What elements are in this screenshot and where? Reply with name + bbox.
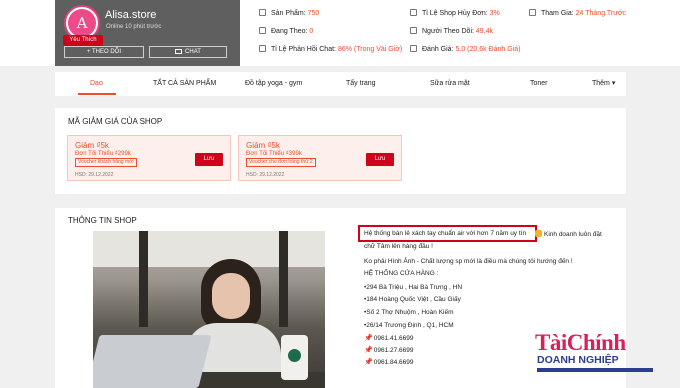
nav-tab-all-products[interactable]: TẤT CẢ SẢN PHẨM [153,72,216,96]
phone-number: 0961.84.6699 [373,359,414,366]
stat-value: 24 Tháng Trước [575,10,627,17]
shop-desc-line: Hệ thống bán lẻ xách tay chuẩn air với h… [364,230,527,237]
stat-value: 0 [309,28,314,35]
voucher-section-title: MÃ GIẢM GIÁ CỦA SHOP [68,117,163,126]
stat-joined: Tham Gia: 24 Tháng Trước [529,9,626,17]
shop-address: •184 Hoàng Quốc Việt , Cầu Giấy [364,296,461,303]
photo-window [93,231,325,267]
pin-icon: 📌 [364,359,373,366]
stat-label: Sản Phẩm: [271,10,306,17]
shop-name: Alisa.store [105,9,157,21]
stat-label: Tỉ Lệ Phản Hồi Chat: [271,46,336,53]
photo-person-face [212,273,250,319]
users-icon [410,27,417,34]
shop-desc-line: Kinh doanh luôn đặt [535,230,602,238]
watermark-line-1: TàiChính [535,330,626,355]
follow-button[interactable]: + THEO DÕI [64,46,144,58]
thumbs-up-icon [535,230,542,237]
stat-label: Tham Gia: [541,10,574,17]
photo-laptop [93,335,212,388]
stat-value: 86% (Trong Vài Giờ) [337,46,403,53]
watermark-logo: TàiChính DOANH NGHIỆP [533,330,661,388]
phone-number: 0961.27.6699 [373,347,414,354]
stat-label: Đánh Giá: [422,46,454,53]
shop-cover-photo [93,231,325,388]
favorite-badge: Yêu Thích [63,35,103,46]
pin-icon: 📌 [364,335,373,342]
shop-desc-line: HỆ THỐNG CỬA HÀNG : [364,270,439,277]
save-voucher-button[interactable]: Lưu [366,153,394,166]
shop-desc-text: Kinh doanh luôn đặt [544,231,602,238]
chat-button-label: CHAT [185,49,201,55]
shop-address: •26/14 Trương Định , Q1, HCM [364,322,454,329]
shop-address: •294 Bà Triệu , Hai Bà Trưng , HN [364,284,463,291]
shop-nav: Dạo TẤT CẢ SẢN PHẨM Đồ tập yoga - gym Tẩ… [55,72,626,96]
stat-label: Đang Theo: [271,28,308,35]
pin-icon: 📌 [364,347,373,354]
voucher-discount: Giảm ₫5k [75,141,109,150]
save-voucher-button[interactable]: Lưu [195,153,223,166]
shop-desc-line: Ko phải Hình Ảnh - Chất lượng sp mới là … [364,258,573,265]
avatar-logo: A [68,9,96,37]
chat-button[interactable]: CHAT [149,46,227,58]
stat-label: Người Theo Dõi: [422,28,474,35]
chat-bubble-icon [259,45,266,52]
nav-tab-yoga-gym[interactable]: Đồ tập yoga - gym [245,72,302,96]
voucher-min-order: Đơn Tối Thiểu ₫399k [246,151,302,157]
phone-number: 0961.41.6699 [373,335,414,342]
store-icon [259,9,266,16]
shop-header: A Yêu Thích Alisa.store Online 10 phút t… [0,0,680,66]
nav-tab-cleanser[interactable]: Sữa rửa mặt [430,72,470,96]
shop-phone: 📌0961.27.6699 [364,346,413,354]
photo-pillar [139,231,148,327]
voucher-card: Giảm ₫5k Đơn Tối Thiểu ₫299k Voucher khá… [67,135,231,181]
voucher-card: Giảm ₫5k Đơn Tối Thiểu ₫399k Voucher cho… [238,135,402,181]
shop-address: •Số 2 Thợ Nhuộm , Hoàn Kiếm [364,309,454,316]
stat-followers: Người Theo Dõi: 49,4k [410,27,493,35]
shop-phone: 📌0961.41.6699 [364,334,413,342]
voucher-expiry: HSD: 29.12.2022 [75,172,114,178]
voucher-tag: Voucher khách hàng mới [75,158,137,167]
stat-value: 3% [489,10,500,17]
stat-value: 5.0 (20,6k Đánh Giá) [455,46,521,53]
nav-tab-makeup-remover[interactable]: Tẩy trang [346,72,376,96]
user-add-icon [259,27,266,34]
shop-online-status: Online 10 phút trước [106,24,162,30]
shop-info-title: THÔNG TIN SHOP [68,216,137,225]
stat-value: 49,4k [475,28,494,35]
shop-phone: 📌0961.84.6699 [364,358,413,366]
note-icon [410,9,417,16]
stat-products: Sản Phẩm: 750 [259,9,319,17]
stat-cancel-rate: Tỉ Lệ Shop Hủy Đơn: 3% [410,9,500,17]
stat-chat-rate: Tỉ Lệ Phản Hồi Chat: 86% (Trong Vài Giờ) [259,45,402,53]
photo-pillar [279,231,288,327]
voucher-min-order: Đơn Tối Thiểu ₫299k [75,151,131,157]
nav-active-indicator [78,93,116,95]
watermark-bar [537,368,653,372]
star-icon [410,45,417,52]
voucher-tag: Voucher cho đơn hàng thứ 2 [246,158,316,167]
stat-following: Đang Theo: 0 [259,27,313,35]
voucher-discount: Giảm ₫5k [246,141,280,150]
nav-more-dropdown[interactable]: Thêm ▾ [592,72,615,96]
stat-rating: Đánh Giá: 5.0 (20,6k Đánh Giá) [410,45,520,53]
stat-value: 750 [307,10,320,17]
photo-cup-logo [288,349,301,362]
nav-tab-toner[interactable]: Toner [530,72,548,96]
voucher-expiry: HSD: 29.12.2022 [246,172,285,178]
shop-card: A Yêu Thích Alisa.store Online 10 phút t… [55,0,240,66]
stat-label: Tỉ Lệ Shop Hủy Đơn: [422,10,488,17]
watermark-line-2: DOANH NGHIỆP [537,354,619,366]
shop-desc-line: chữ Tâm lên hàng đầu ! [364,243,433,250]
chat-icon [175,49,183,54]
person-check-icon [529,9,536,16]
